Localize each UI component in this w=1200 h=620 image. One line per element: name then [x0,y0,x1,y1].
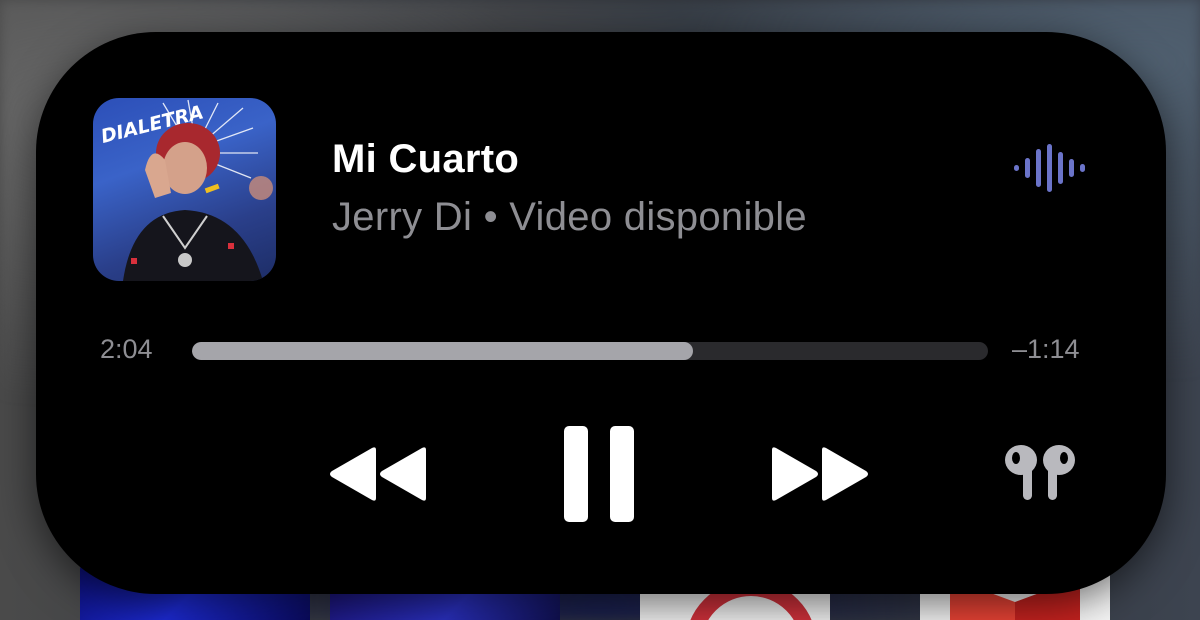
song-title: Mi Cuarto [332,137,520,181]
now-playing-island[interactable]: DIALETRA Mi Cuarto Jerry Di • Video disp… [36,32,1166,594]
backward-icon[interactable] [328,444,428,504]
remaining-time: –1:14 [1012,334,1080,364]
album-artwork[interactable]: DIALETRA [93,98,276,281]
pause-icon[interactable] [564,426,636,522]
playback-scrubber[interactable] [192,342,988,360]
progress-fill [192,342,694,360]
elapsed-time: 2:04 [100,334,153,364]
forward-icon[interactable] [770,444,870,504]
airpods-icon[interactable] [1002,444,1078,502]
audio-waveform-icon [1014,144,1085,192]
song-subtitle: Jerry Di • Video disponible [332,195,807,239]
album-art-image: DIALETRA [99,99,273,281]
